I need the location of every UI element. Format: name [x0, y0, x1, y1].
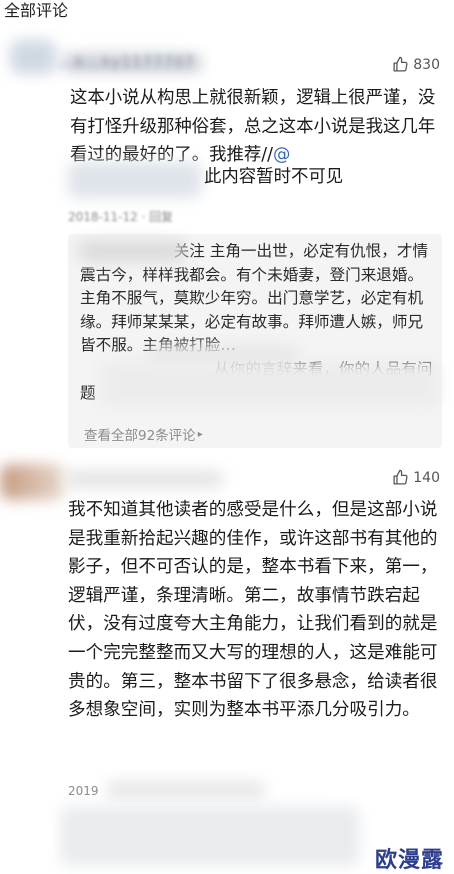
username[interactable]: ...k...ky1177707	[58, 53, 195, 71]
view-all-replies-link[interactable]: 查看全部92条评论 ▸	[84, 424, 203, 444]
comment-meta: 2019	[68, 784, 99, 798]
chevron-right-icon: ▸	[197, 428, 203, 440]
watermark-logo: 欧漫露	[374, 848, 444, 873]
username-cover	[64, 470, 224, 488]
like-count: 140	[413, 469, 440, 486]
meta-blur-cover	[106, 780, 266, 800]
like-button[interactable]: 140	[392, 469, 440, 486]
bottom-blur-cover	[60, 806, 360, 866]
thumb-up-icon	[393, 56, 408, 72]
comment-meta: 2018-11-12 · 回复	[68, 210, 174, 224]
mention-link[interactable]: @	[273, 145, 290, 165]
reply-username-cover	[78, 240, 186, 262]
comment-text: 我不知道其他读者的感受是什么，但是这部小说是我重新拾起兴趣的佳作，或许这部书有其…	[68, 500, 438, 721]
like-button[interactable]: 830	[392, 56, 440, 73]
view-all-label: 查看全部92条评论	[84, 428, 196, 444]
thumb-up-icon	[393, 469, 408, 485]
hidden-content-notice: 此内容暂时不可见	[204, 167, 344, 187]
like-count: 830	[413, 56, 440, 73]
section-title: 全部评论	[4, 1, 69, 20]
reply-blur-cover-2	[100, 362, 440, 406]
comment-text: 这本小说从构思上就很新颖，逻辑上很严谨，没有打怪升级那种俗套，总之这本小说是我这…	[70, 88, 436, 165]
avatar[interactable]	[0, 464, 64, 500]
comment-body: 这本小说从构思上就很新颖，逻辑上很严谨，没有打怪升级那种俗套，总之这本小说是我这…	[70, 84, 442, 170]
avatar[interactable]	[10, 40, 56, 74]
blurred-username	[68, 162, 202, 198]
